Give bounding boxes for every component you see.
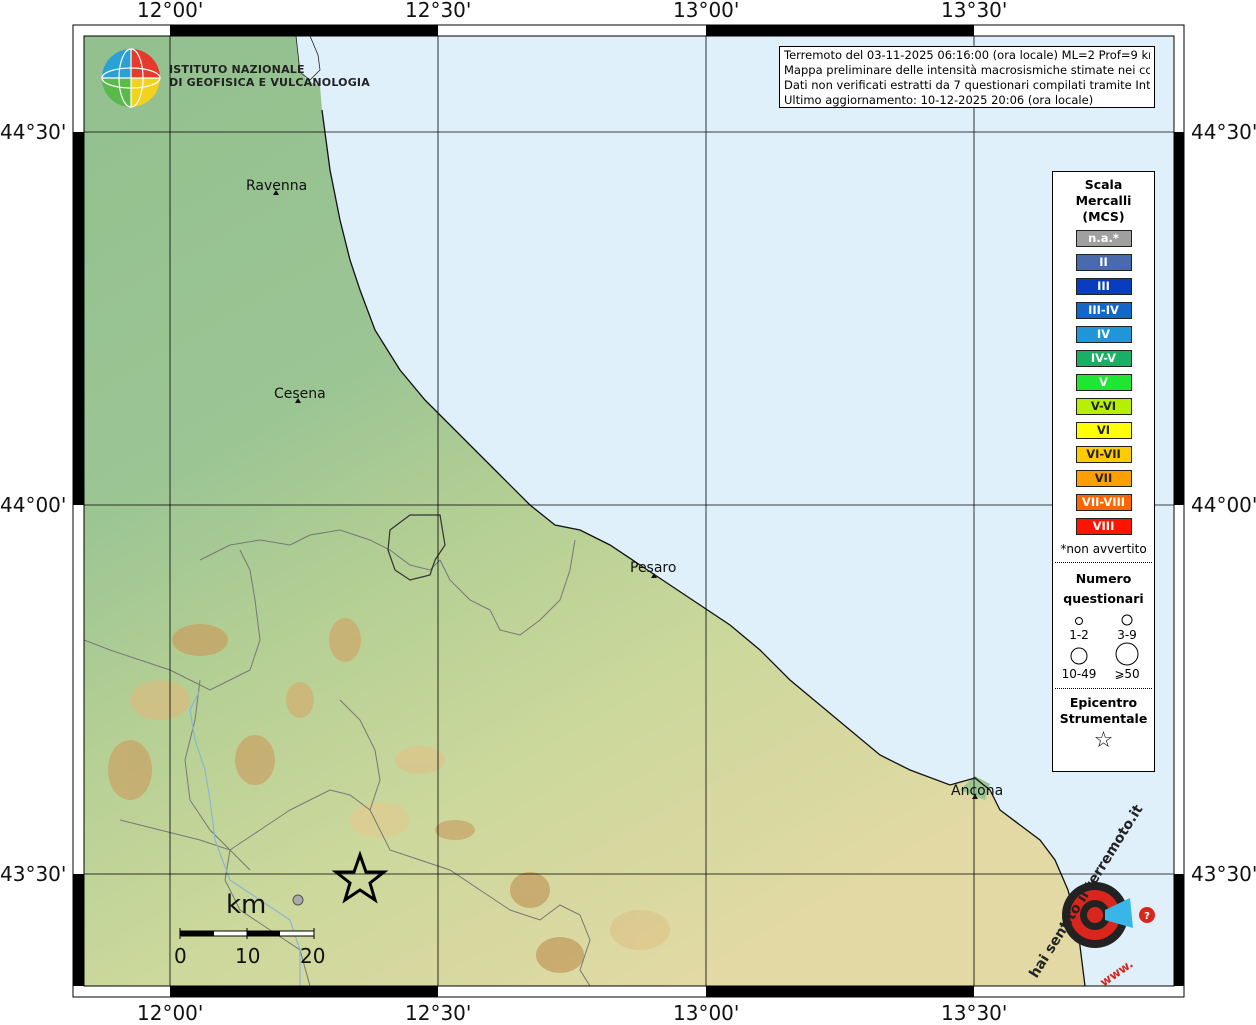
intensity-swatch: VII-VIII xyxy=(1075,494,1132,511)
lat-label-left-1: 44°30' xyxy=(0,120,67,144)
intensity-swatch: n.a.* xyxy=(1075,230,1132,247)
event-info-line1: Terremoto del 03-11-2025 06:16:00 (ora l… xyxy=(784,48,1150,62)
legend-divider-2 xyxy=(1055,688,1152,689)
ingv-logo-text: ISTITUTO NAZIONALE DI GEOFISICA E VULCAN… xyxy=(169,63,370,89)
intensity-swatch: IV xyxy=(1075,326,1132,343)
lon-label-top-3: 13°00' xyxy=(673,0,740,22)
legend-title: Scala Mercalli (MCS) xyxy=(1053,177,1154,225)
ingv-globe-icon xyxy=(101,48,161,108)
scale-bar-tick-10: 10 xyxy=(235,944,261,968)
count-size-symbols: 1-2 3-9 10-49 ⩾50 xyxy=(1062,614,1140,681)
legend-title-line3: (MCS) xyxy=(1082,209,1125,224)
legend-epicenter-star-icon: ☆ xyxy=(1093,728,1114,753)
legend-panel: Scala Mercalli (MCS) n.a.* II III III-IV IV I… xyxy=(1052,171,1155,772)
lat-label-right-2: 44°00' xyxy=(1191,493,1256,517)
count-label-4: ⩾50 xyxy=(1114,667,1139,679)
intensity-swatch: VII xyxy=(1075,470,1132,487)
legend-count-title-line1: Numero xyxy=(1075,571,1132,586)
scale-bar-tick-20: 20 xyxy=(300,944,326,968)
intensity-swatch: IV-V xyxy=(1075,350,1132,367)
lon-label-bottom-4: 13°30' xyxy=(941,1001,1008,1025)
count-symbol-large xyxy=(1070,647,1088,665)
count-label-1: 1-2 xyxy=(1069,628,1089,642)
lon-label-bottom-2: 12°30' xyxy=(405,1001,472,1025)
legend-title-line2: Mercalli xyxy=(1075,193,1132,208)
legend-epicenter-line2: Strumentale xyxy=(1059,711,1148,726)
count-label-3: 10-49 xyxy=(1062,667,1097,679)
event-info-line2: Mappa preliminare delle intensità macros… xyxy=(784,63,1150,77)
intensity-swatch: V xyxy=(1075,374,1132,391)
city-label-ancona: Ancona xyxy=(951,783,1004,799)
legend-epicenter-title: Epicentro Strumentale xyxy=(1053,695,1154,727)
count-symbol-medium xyxy=(1121,614,1133,626)
lat-label-left-2: 44°00' xyxy=(0,493,67,517)
legend-not-felt-note: *non avvertito xyxy=(1060,542,1147,556)
intensity-swatches: n.a.* II III III-IV IV IV-V V V-VI VI VI-VII VII VI… xyxy=(1053,230,1154,535)
event-info-line4: Ultimo aggiornamento: 10-12-2025 20:06 (… xyxy=(784,93,1094,107)
legend-count-title: Numero questionari xyxy=(1053,569,1154,609)
event-info-box: Terremoto del 03-11-2025 06:16:00 (ora l… xyxy=(779,46,1155,108)
legend-title-line1: Scala xyxy=(1084,177,1123,192)
legend-epicenter-line1: Epicentro xyxy=(1069,695,1138,710)
ingv-logo-line1: ISTITUTO NAZIONALE xyxy=(169,63,305,76)
count-symbol-small xyxy=(1075,617,1083,625)
intensity-swatch: III-IV xyxy=(1075,302,1132,319)
city-label-cesena: Cesena xyxy=(274,386,326,402)
ingv-logo-line2: DI GEOFISICA E VULCANOLOGIA xyxy=(169,76,370,89)
lat-label-right-3: 43°30' xyxy=(1191,862,1256,886)
lat-label-left-3: 43°30' xyxy=(0,862,67,886)
intensity-swatch: VI-VII xyxy=(1075,446,1132,463)
intensity-swatch: II xyxy=(1075,254,1132,271)
scale-bar-unit: km xyxy=(226,890,267,920)
city-label-ravenna: Ravenna xyxy=(246,178,308,194)
lon-label-top-1: 12°00' xyxy=(137,0,204,22)
event-info-line3: Dati non verificati estratti da 7 questi… xyxy=(784,78,1150,92)
legend-divider xyxy=(1055,562,1152,563)
intensity-swatch: V-VI xyxy=(1075,398,1132,415)
count-symbol-xlarge xyxy=(1115,642,1139,666)
intensity-swatch: VIII xyxy=(1075,518,1132,535)
questionnaire-marker xyxy=(292,894,304,906)
intensity-swatch: III xyxy=(1075,278,1132,295)
lon-label-top-4: 13°30' xyxy=(941,0,1008,22)
lon-label-bottom-3: 13°00' xyxy=(673,1001,740,1025)
lon-label-bottom-1: 12°00' xyxy=(137,1001,204,1025)
intensity-swatch: VI xyxy=(1075,422,1132,439)
legend-count-title-line2: questionari xyxy=(1063,591,1144,606)
lon-label-top-2: 12°30' xyxy=(405,0,472,22)
city-label-pesaro: Pesaro xyxy=(630,560,677,576)
svg-text:?: ? xyxy=(1144,911,1150,922)
lat-label-right-1: 44°30' xyxy=(1191,120,1256,144)
scale-bar-tick-0: 0 xyxy=(174,944,187,968)
count-label-2: 3-9 xyxy=(1117,628,1137,642)
